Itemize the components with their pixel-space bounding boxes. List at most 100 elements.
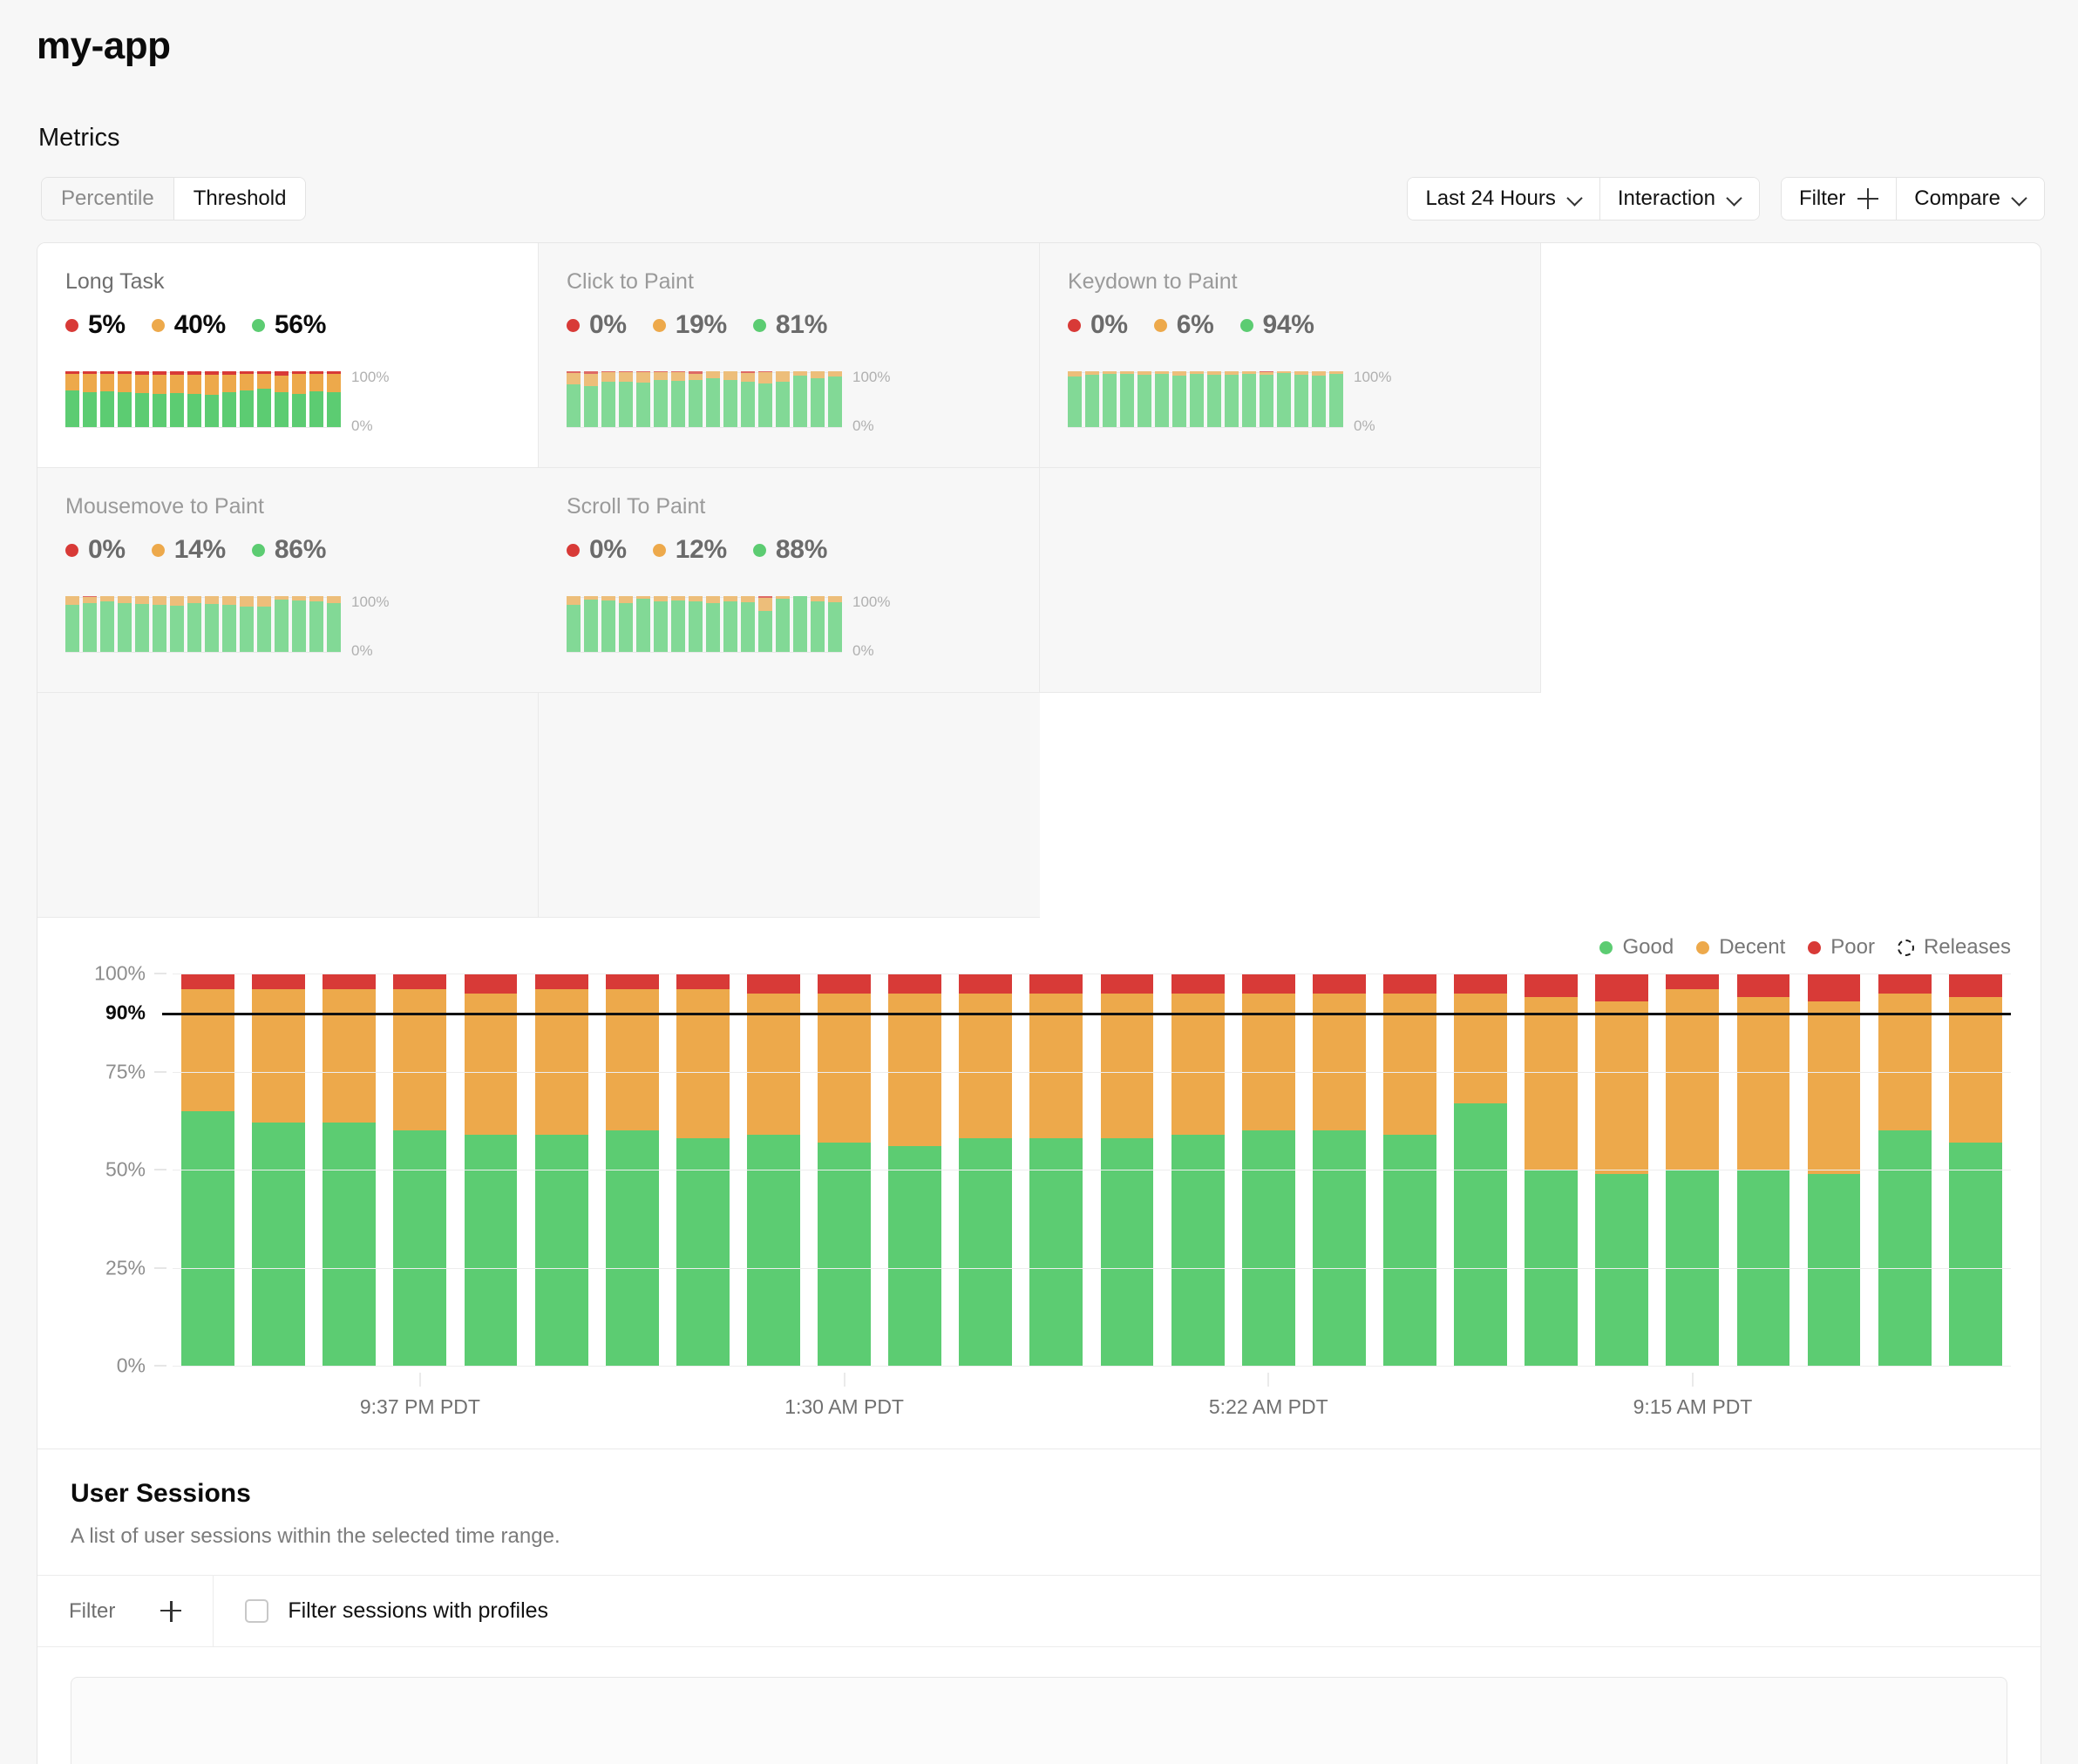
- mini-axis-top: 100%: [852, 369, 891, 385]
- chart-plot-area[interactable]: [162, 974, 2011, 1367]
- mini-seg-good: [741, 382, 755, 427]
- metric-card-stats: 5% 40% 56%: [65, 310, 510, 340]
- mini-bar: [100, 596, 114, 652]
- mini-bar: [601, 596, 615, 652]
- metric-card[interactable]: Scroll To Paint 0% 12% 88% 100% 0%: [539, 468, 1040, 693]
- mini-bar: [135, 596, 149, 652]
- bar-segment-poor: [605, 974, 659, 989]
- metric-card[interactable]: Keydown to Paint 0% 6% 94% 100% 0%: [1040, 243, 1541, 468]
- mini-seg-decent: [257, 596, 271, 607]
- chart-gridline: [173, 1366, 2011, 1367]
- chart-y-axis: 100% 90% 75% 50% 25% 0%: [92, 962, 168, 1377]
- bar-segment-poor: [1736, 974, 1790, 997]
- toggle-threshold[interactable]: Threshold: [173, 178, 306, 220]
- decent-dot-icon: [151, 543, 165, 557]
- mini-bar: [1120, 371, 1134, 427]
- mini-axis-top: 100%: [351, 369, 390, 385]
- mini-seg-good: [205, 603, 219, 652]
- chevron-down-icon: [1728, 192, 1742, 206]
- mini-axis-top: 100%: [351, 594, 390, 610]
- legend-item-good[interactable]: Good: [1599, 935, 1674, 960]
- stat-good: 88%: [752, 535, 827, 565]
- mini-seg-decent: [100, 374, 114, 392]
- user-sessions-filter-bar: Filter Filter sessions with profiles: [37, 1576, 2041, 1647]
- bar-segment-poor: [1666, 974, 1720, 989]
- mini-seg-good: [619, 602, 633, 652]
- x-axis-label: 9:15 AM PDT: [1633, 1395, 1753, 1418]
- metric-card-sparkline: 100% 0%: [65, 369, 405, 434]
- metric-card[interactable]: Long Task 5% 40% 56% 100% 0%: [37, 243, 539, 468]
- mini-chart-axis: 100% 0%: [351, 594, 405, 659]
- main-chart[interactable]: Good Decent Poor Releases 100% 90% 75% 50% 25% 0…: [37, 918, 2041, 1449]
- legend-label: Decent: [1719, 935, 1786, 959]
- legend-item-poor[interactable]: Poor: [1808, 935, 1875, 960]
- mini-seg-decent: [187, 374, 201, 395]
- chart-gridline: [173, 1267, 2011, 1269]
- time-range-select[interactable]: Last 24 Hours: [1408, 178, 1599, 220]
- poor-dot-icon: [1808, 940, 1822, 954]
- stat-poor: 5%: [65, 310, 126, 340]
- mini-bar: [601, 371, 615, 427]
- mini-bar: [135, 371, 149, 427]
- mini-bar: [619, 371, 633, 427]
- bar-segment-good: [888, 1146, 942, 1366]
- mini-bar: [309, 596, 323, 652]
- add-filter-button[interactable]: Filter: [1781, 178, 1897, 220]
- page-title: my-app: [37, 24, 171, 67]
- metric-card[interactable]: Click to Paint 0% 19% 81% 100% 0%: [539, 243, 1040, 468]
- mini-bar: [1068, 371, 1082, 427]
- bar-segment-poor: [534, 974, 588, 989]
- y-axis-label: 25%: [105, 1256, 146, 1279]
- percentile-threshold-toggle[interactable]: Percentile Threshold: [41, 177, 307, 220]
- decent-dot-icon: [151, 318, 165, 332]
- bar-segment-poor: [1454, 974, 1507, 994]
- bar-segment-good: [959, 1138, 1013, 1366]
- good-dot-icon: [251, 318, 265, 332]
- legend-item-decent[interactable]: Decent: [1696, 935, 1785, 960]
- legend-label: Releases: [1923, 935, 2011, 959]
- mini-bar: [275, 596, 289, 652]
- mini-bar: [689, 371, 703, 427]
- metric-card[interactable]: Mousemove to Paint 0% 14% 86% 100% 0%: [37, 468, 539, 693]
- mini-seg-decent: [811, 371, 825, 378]
- mini-axis-top: 100%: [1354, 369, 1392, 385]
- mini-axis-top: 100%: [852, 594, 891, 610]
- mini-bar: [1312, 371, 1326, 427]
- mini-seg-good: [776, 381, 790, 427]
- mini-seg-good: [257, 389, 271, 427]
- mini-bar: [187, 371, 201, 427]
- toggle-percentile[interactable]: Percentile: [42, 178, 173, 220]
- mini-bar: [1277, 371, 1291, 427]
- mini-seg-good: [636, 382, 650, 427]
- mini-seg-decent: [65, 374, 79, 391]
- profiles-checkbox[interactable]: [245, 1599, 269, 1623]
- y-axis-label: 90%: [105, 1001, 146, 1024]
- filter-sessions-with-profiles-toggle[interactable]: Filter sessions with profiles: [214, 1576, 580, 1646]
- metrics-panel: Long Task 5% 40% 56% 100% 0% Click to Paint 0% 1…: [37, 242, 2041, 1764]
- mini-bar: [1085, 371, 1099, 427]
- mini-seg-good: [689, 380, 703, 427]
- bar-segment-poor: [1312, 974, 1366, 994]
- good-value: 94%: [1262, 310, 1314, 339]
- bar-segment-decent: [252, 989, 306, 1123]
- interaction-type-select[interactable]: Interaction: [1599, 178, 1759, 220]
- x-axis-tick: [844, 1373, 845, 1387]
- mini-bar: [1242, 371, 1256, 427]
- mini-seg-decent: [170, 596, 184, 606]
- mini-seg-good: [828, 602, 842, 652]
- mini-seg-decent: [567, 372, 581, 384]
- mini-seg-decent: [257, 374, 271, 390]
- sessions-add-filter-button[interactable]: Filter: [37, 1576, 214, 1646]
- mini-seg-good: [292, 600, 306, 652]
- mini-seg-decent: [776, 371, 790, 382]
- mini-chart: [1068, 371, 1343, 428]
- mini-bar: [240, 596, 254, 652]
- compare-select[interactable]: Compare: [1896, 178, 2044, 220]
- metric-card-placeholder: [37, 693, 539, 918]
- mini-bar: [1260, 371, 1273, 427]
- legend-item-releases[interactable]: Releases: [1897, 935, 2011, 960]
- mini-seg-good: [100, 601, 114, 652]
- releases-icon: [1897, 939, 1914, 956]
- mini-bar: [205, 596, 219, 652]
- bar-segment-good: [323, 1123, 377, 1366]
